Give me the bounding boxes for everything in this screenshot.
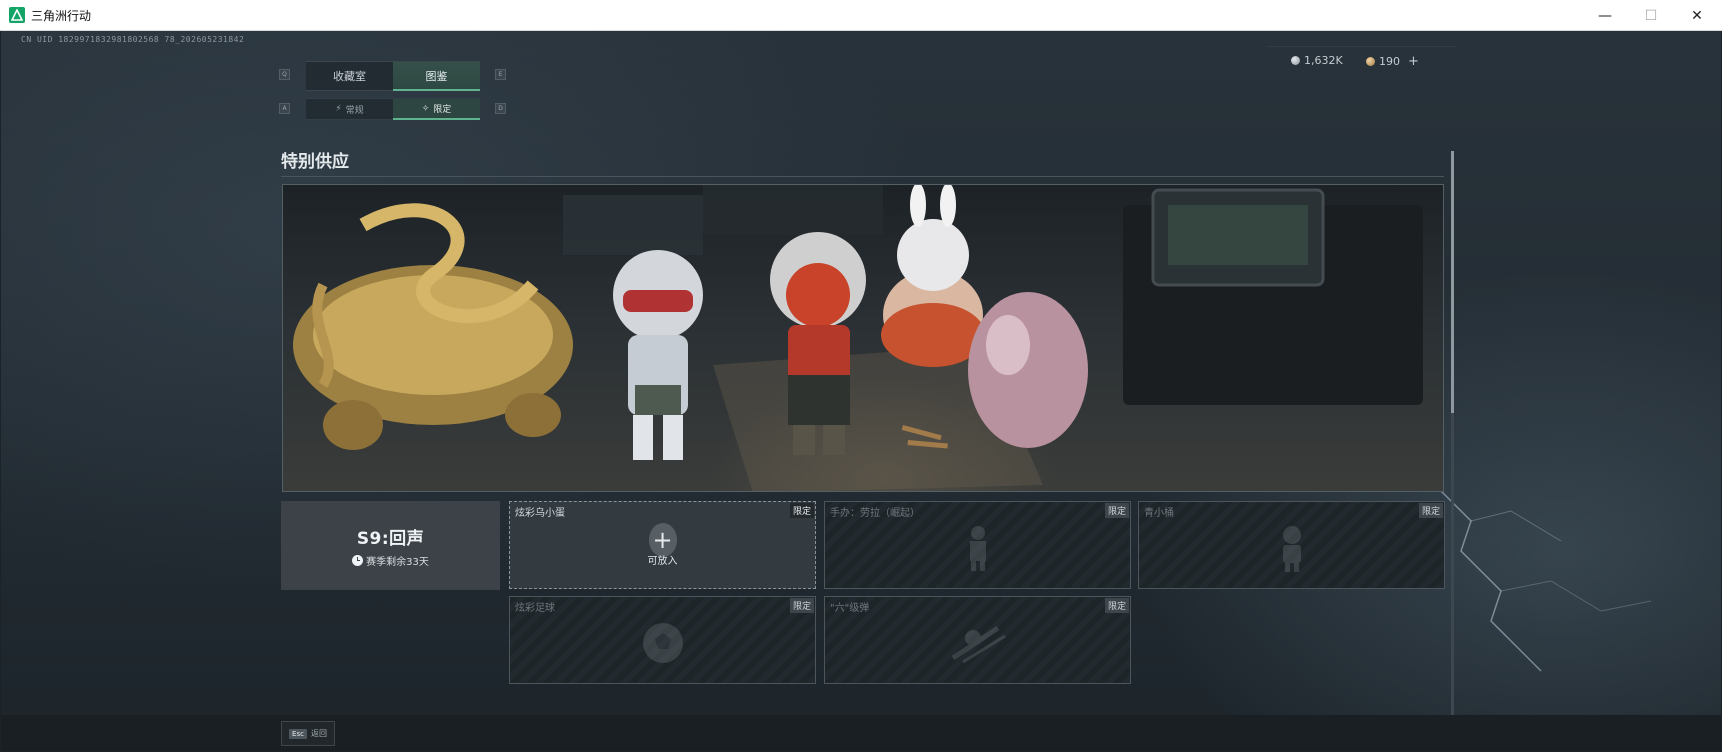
close-button[interactable]: ✕: [1674, 0, 1720, 31]
placeable-label: 可放入: [647, 556, 678, 567]
slot-name: "六"级弹: [830, 603, 870, 614]
key-hint-d: D: [495, 103, 506, 114]
key-hint-q: Q: [279, 69, 290, 80]
key-hint-a: A: [279, 103, 290, 114]
window-title: 三角洲行动: [31, 8, 92, 23]
subtab-limited[interactable]: ✧ 限定: [393, 98, 480, 120]
subtab-limited-label: 限定: [433, 105, 452, 115]
collection-slot-colorful-egg[interactable]: 炫彩乌小蛋 限定 + 可放入: [509, 501, 816, 589]
currency-gold: 190 +: [1366, 54, 1419, 69]
figure-silhouette-icon: [1282, 526, 1301, 572]
bullet-silhouette-icon: [951, 625, 1006, 664]
add-item-icon[interactable]: +: [652, 528, 672, 552]
scrollbar-thumb[interactable]: [1451, 151, 1454, 413]
football-silhouette-icon: [642, 623, 683, 663]
maximize-button[interactable]: ☐: [1628, 0, 1674, 31]
add-currency-button[interactable]: +: [1408, 54, 1419, 69]
slot-name: 炫彩乌小蛋: [515, 508, 565, 519]
limited-badge: 限定: [1104, 598, 1129, 613]
gold-amount: 190: [1379, 55, 1400, 68]
banner-artwork: [293, 185, 1423, 491]
silver-amount: 1,632K: [1304, 54, 1343, 67]
top-deco-line: [1266, 35, 1456, 47]
figure-silhouette-icon: [969, 526, 986, 571]
slot-name: 青小桶: [1144, 508, 1174, 519]
season-remaining: 赛季剩余33天: [352, 553, 429, 568]
collection-slot-blue-barrel[interactable]: 青小桶 限定: [1138, 501, 1445, 589]
slot-name: 炫彩足球: [515, 603, 555, 614]
tab-codex[interactable]: 图鉴: [393, 61, 480, 91]
clock-icon: [352, 554, 364, 566]
gift-icon: ✧: [421, 103, 430, 114]
gold-coin-icon: [1366, 57, 1375, 66]
limited-badge: 限定: [789, 598, 814, 613]
special-supply-banner: [282, 184, 1444, 492]
currency-silver: 1,632K: [1291, 54, 1343, 67]
section-divider: [281, 176, 1444, 177]
collection-slot-colorful-football[interactable]: 炫彩足球 限定: [509, 596, 816, 684]
footer-bar: [1, 715, 1721, 751]
limited-badge: 限定: [1104, 503, 1129, 518]
lightning-decoration: [1430, 480, 1652, 672]
esc-key-hint: Esc: [289, 728, 307, 739]
back-label: 返回: [310, 729, 327, 738]
delta-logo-icon: [9, 7, 25, 23]
season-title: S9:回声: [356, 528, 425, 549]
silver-coin-icon: [1291, 56, 1300, 65]
game-viewport: CN UID 1829971832981802568 78_2026052318…: [1, 31, 1721, 751]
minimize-button[interactable]: —: [1582, 0, 1628, 31]
uid-label: CN UID 1829971832981802568 78_2026052318…: [21, 35, 245, 44]
collection-slot-lara-figure[interactable]: 手办：劳拉（崛起） 限定: [824, 501, 1131, 589]
limited-badge: 限定: [1418, 503, 1443, 518]
back-button[interactable]: Esc 返回: [281, 721, 335, 746]
collection-slot-level-six-bullet[interactable]: "六"级弹 限定: [824, 596, 1131, 684]
season-remaining-text: 赛季剩余33天: [366, 556, 429, 568]
key-hint-e: E: [495, 69, 506, 80]
slot-name: 手办：劳拉（崛起）: [830, 508, 920, 519]
lightning-icon: ⚡: [335, 104, 342, 114]
season-card: S9:回声 赛季剩余33天: [281, 501, 500, 590]
subtab-regular-label: 常规: [345, 105, 364, 116]
window-titlebar: 三角洲行动 — ☐ ✕: [0, 0, 1722, 31]
subtab-regular[interactable]: ⚡ 常规: [306, 98, 393, 120]
tab-collection-room[interactable]: 收藏室: [306, 61, 393, 91]
section-title: 特别供应: [281, 152, 349, 172]
limited-badge: 限定: [789, 503, 814, 518]
